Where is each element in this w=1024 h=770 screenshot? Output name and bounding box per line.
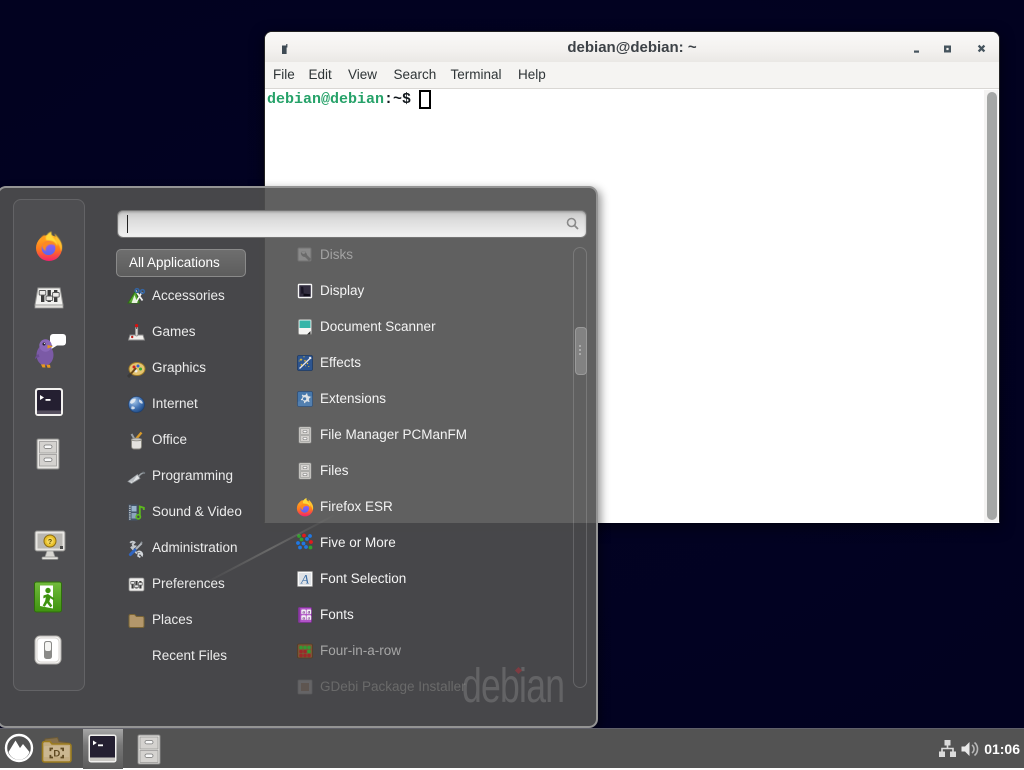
svg-text:D: D	[53, 749, 60, 760]
svg-text:A: A	[300, 572, 309, 587]
svg-text:a: a	[308, 615, 311, 620]
svg-text:a: a	[308, 610, 311, 615]
svg-text:?: ?	[48, 539, 52, 546]
svg-text:a: a	[302, 610, 305, 615]
svg-text:a: a	[302, 615, 305, 620]
